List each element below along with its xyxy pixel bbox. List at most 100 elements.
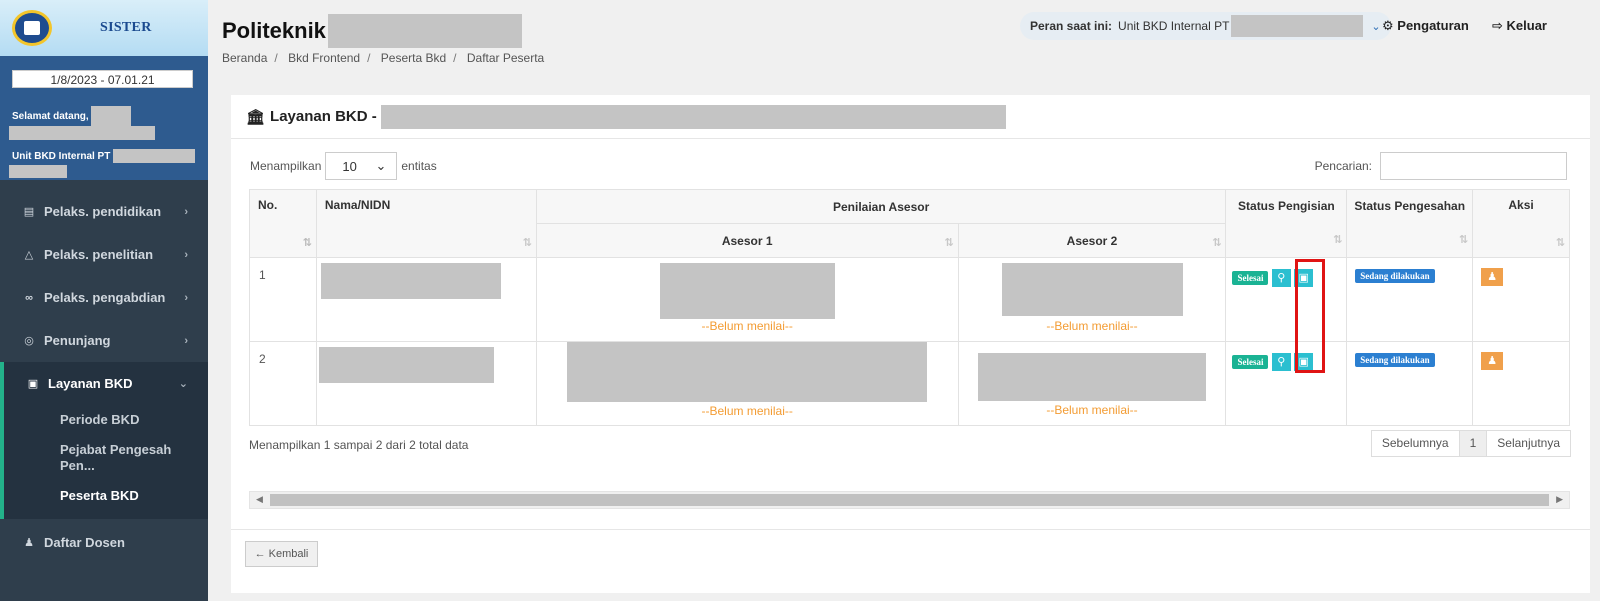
subnav-periode-bkd[interactable]: Periode BKD <box>4 405 208 435</box>
sidebar-item-daftar-dosen[interactable]: ♟ Daftar Dosen <box>0 521 208 564</box>
page-size-control: Menampilkan 10 ⌄ entitas <box>250 152 437 180</box>
cell-status-pengesahan: Sedang dilakukan <box>1346 257 1474 342</box>
arrow-left-icon: ← <box>254 548 266 560</box>
status-badge: Sedang dilakukan <box>1355 269 1435 283</box>
sidebar: SISTER 1/8/2023 - 07.01.21 Selamat datan… <box>0 0 208 601</box>
scrollbar-thumb[interactable] <box>270 494 1549 506</box>
pagination: Sebelumnya 1 Selanjutnya <box>1370 430 1571 457</box>
sidebar-item-penelitian[interactable]: △ Pelaks. penelitian › <box>0 233 208 276</box>
user-panel: 1/8/2023 - 07.01.21 Selamat datang, Unit… <box>0 56 208 180</box>
page-size-select[interactable]: 10 ⌄ <box>325 152 398 180</box>
cell-nama <box>315 257 537 342</box>
col-header-status-pengisian[interactable]: Status Pengisian ⇅ <box>1225 189 1348 258</box>
search-input[interactable] <box>1380 152 1567 180</box>
role-value: Unit BKD Internal PT <box>1118 19 1230 33</box>
cell-status-pengisian: Selesai ⚲ ▣ <box>1225 341 1348 426</box>
datetime-display: 1/8/2023 - 07.01.21 <box>12 70 193 88</box>
unit-text: Unit BKD Internal PT <box>12 150 111 162</box>
status-badge: Sedang dilakukan <box>1355 353 1435 367</box>
redacted-unit-2 <box>9 165 67 178</box>
gear-icon: ⚙ <box>1382 18 1394 33</box>
redacted-card-title <box>380 104 1006 129</box>
chevron-down-icon: ⌄ <box>178 378 188 390</box>
cell-status-pengesahan: Sedang dilakukan <box>1346 341 1474 426</box>
scroll-left-icon[interactable]: ◀ <box>256 494 263 505</box>
col-header-no[interactable]: No. ⇅ <box>249 189 317 258</box>
asesor1-status: --Belum menilai-- <box>701 319 793 333</box>
search-icon[interactable]: ⚲ <box>1271 353 1291 371</box>
role-label: Peran saat ini: <box>1030 19 1113 33</box>
redacted-unit <box>113 149 196 163</box>
cell-no: 2 <box>249 341 317 426</box>
col-header-penilaian: Penilaian Asesor <box>535 189 1227 224</box>
table-row: 2 --Belum menilai-- --Belum menilai-- Se… <box>249 341 1570 426</box>
col-header-status-pengesahan[interactable]: Status Pengesahan ⇅ <box>1346 189 1474 258</box>
page-title: Politeknik <box>222 14 522 48</box>
participants-table: No. ⇅ Nama/NIDN ⇅ Penilaian Asesor Status … <box>249 189 1570 426</box>
link-icon: ∞ <box>25 291 33 304</box>
breadcrumb-daftar-peserta: Daftar Peserta <box>466 51 545 65</box>
search-control: Pencarian: <box>1315 152 1567 180</box>
chevron-right-icon: › <box>184 291 188 304</box>
chevron-right-icon: › <box>184 248 188 261</box>
card-title: 🏛 Layanan BKD - <box>231 95 1590 139</box>
sidebar-item-layanan-bkd[interactable]: ▣ Layanan BKD ⌄ <box>0 362 208 405</box>
sidebar-item-pendidikan[interactable]: ▤ Pelaks. pendidikan › <box>0 190 208 233</box>
subnav-pejabat-pengesah[interactable]: Pejabat Pengesah Pen... <box>4 435 204 481</box>
top-header: Politeknik Beranda / Bkd Frontend / Pesert… <box>208 0 1600 80</box>
sidebar-item-label: Daftar Dosen <box>44 535 125 550</box>
chevron-right-icon: › <box>184 205 188 218</box>
main-card: 🏛 Layanan BKD - Menampilkan 10 ⌄ entitas… <box>231 95 1590 593</box>
horizontal-scrollbar[interactable]: ◀ ▶ <box>249 491 1570 509</box>
back-button[interactable]: ← Kembali <box>245 541 318 567</box>
logout-link[interactable]: ⇨ Keluar <box>1492 18 1547 34</box>
sidebar-item-pengabdian[interactable]: ∞ Pelaks. pengabdian › <box>0 276 208 319</box>
flask-icon: △ <box>24 249 34 261</box>
search-icon[interactable]: ⚲ <box>1271 269 1291 287</box>
user-icon: ♟ <box>24 537 34 549</box>
table-row: 1 --Belum menilai-- --Belum menilai-- Se… <box>249 257 1570 342</box>
cell-no: 1 <box>249 257 317 342</box>
sidebar-subnav: Periode BKD Pejabat Pengesah Pen... Pese… <box>0 405 208 519</box>
institution-icon: 🏛 <box>246 108 266 126</box>
col-header-asesor1[interactable]: Asesor 1 ⇅ <box>535 223 959 258</box>
breadcrumb: Beranda / Bkd Frontend / Peserta Bkd / Daft… <box>222 51 545 65</box>
next-page-button[interactable]: Selanjutnya <box>1487 431 1570 456</box>
welcome-text: Selamat datang, <box>12 110 89 122</box>
cell-asesor2: --Belum menilai-- <box>957 257 1227 342</box>
col-header-aksi[interactable]: Aksi ⇅ <box>1472 189 1570 258</box>
redacted-name-2 <box>9 126 155 140</box>
breadcrumb-peserta-bkd[interactable]: Peserta Bkd <box>381 51 446 65</box>
asesor1-status: --Belum menilai-- <box>701 404 793 418</box>
cell-status-pengisian: Selesai ⚲ ▣ <box>1225 257 1348 342</box>
logo-icon <box>12 10 52 46</box>
cell-asesor2: --Belum menilai-- <box>957 341 1227 426</box>
sidebar-item-label: Pelaks. pengabdian <box>44 290 166 305</box>
cell-asesor1: --Belum menilai-- <box>535 341 959 426</box>
welcome-line: Selamat datang, <box>12 106 196 126</box>
settings-link[interactable]: ⚙ Pengaturan <box>1382 18 1469 34</box>
table-info: Menampilkan 1 sampai 2 dari 2 total data <box>249 438 469 452</box>
sidebar-item-label: Layanan BKD <box>48 376 133 391</box>
highlight-box <box>1295 259 1325 373</box>
users-icon[interactable]: ♟ <box>1481 352 1504 370</box>
redacted-institution <box>327 14 522 48</box>
scroll-right-icon[interactable]: ▶ <box>1556 494 1563 505</box>
users-icon[interactable]: ♟ <box>1481 268 1504 286</box>
card-footer-divider <box>231 529 1590 530</box>
subnav-peserta-bkd[interactable]: Peserta BKD <box>4 481 208 511</box>
sidebar-item-label: Pelaks. penelitian <box>44 247 154 262</box>
sidebar-item-penunjang[interactable]: ◎ Penunjang › <box>0 319 208 362</box>
breadcrumb-bkd-frontend[interactable]: Bkd Frontend <box>288 51 360 65</box>
col-header-nama[interactable]: Nama/NIDN ⇅ <box>315 189 537 258</box>
chevron-down-icon: ⌄ <box>1371 20 1381 33</box>
page-1-button[interactable]: 1 <box>1459 431 1488 456</box>
asesor2-status: --Belum menilai-- <box>1046 403 1138 417</box>
role-selector[interactable]: Peran saat ini: Unit BKD Internal PT ⌄ <box>1020 12 1391 40</box>
cell-asesor1: --Belum menilai-- <box>535 257 959 342</box>
briefcase-icon: ▣ <box>27 378 39 390</box>
col-header-asesor2[interactable]: Asesor 2 ⇅ <box>957 223 1227 258</box>
sidebar-item-label: Penunjang <box>44 333 111 348</box>
prev-page-button[interactable]: Sebelumnya <box>1372 431 1460 456</box>
breadcrumb-beranda[interactable]: Beranda <box>222 51 267 65</box>
